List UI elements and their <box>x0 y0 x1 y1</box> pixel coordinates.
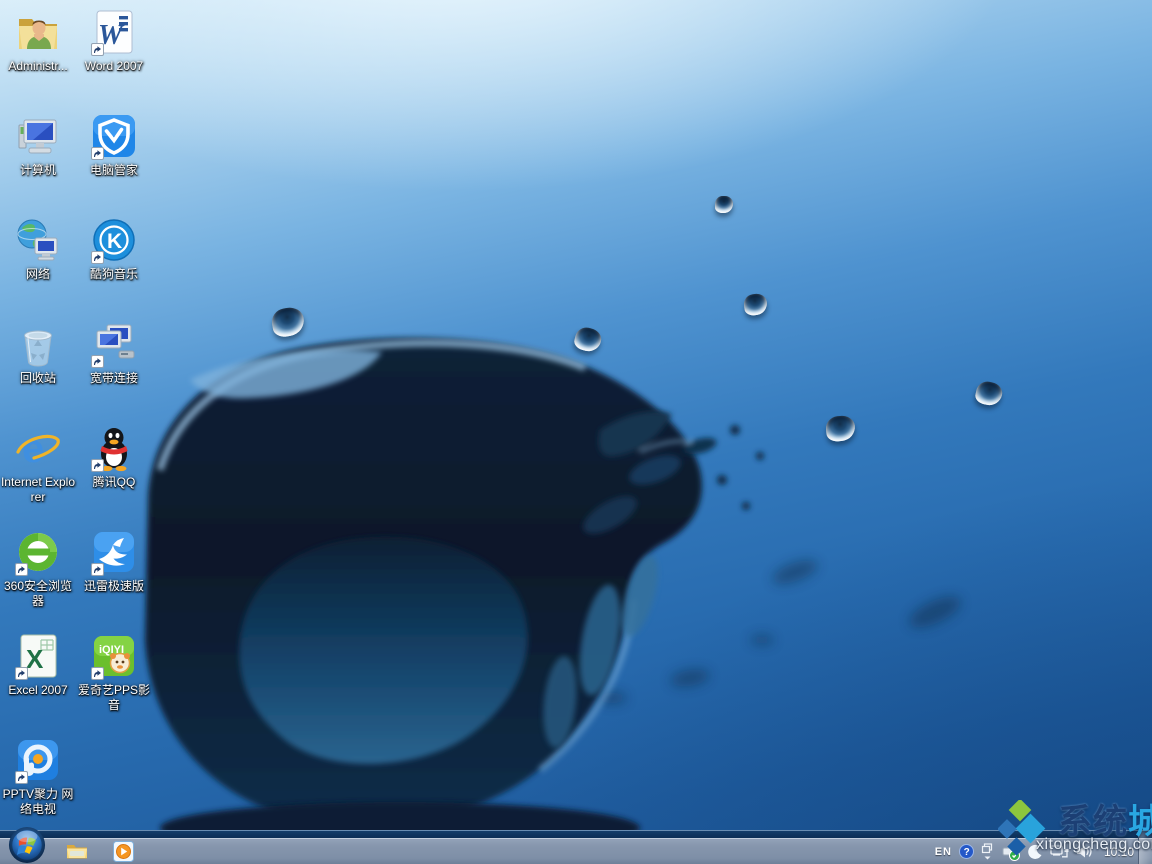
excel-icon: X <box>14 632 62 680</box>
desktop-icon-administrator[interactable]: Administr... <box>0 8 76 108</box>
usb-safely-remove-icon[interactable] <box>1001 843 1020 861</box>
kugou-icon: K <box>90 216 138 264</box>
taskbar-media-player-button[interactable] <box>108 839 138 863</box>
svg-text:?: ? <box>964 847 970 858</box>
pptv-icon <box>14 736 62 784</box>
desktop-icon-internet-explorer[interactable]: e Internet Explorer <box>0 424 76 524</box>
icon-label: Word 2007 <box>76 59 152 74</box>
desktop-icon-network[interactable]: 网络 <box>0 216 76 316</box>
qq-penguin-icon <box>90 424 138 472</box>
icon-label: 回收站 <box>0 371 76 386</box>
xunlei-bird-icon <box>90 528 138 576</box>
icon-label: 计算机 <box>0 163 76 178</box>
icon-label: 爱奇艺PPS影音 <box>76 683 152 713</box>
shield-check-icon <box>90 112 138 160</box>
desktop-icon-iqiyi-pps[interactable]: iQIYI 爱奇艺PPS影音 <box>76 632 152 732</box>
icon-label: 360安全浏览器 <box>0 579 76 609</box>
volume-icon[interactable] <box>1076 844 1093 859</box>
taskbar: EN ? <box>0 830 1152 864</box>
desktop-icon-word-2007[interactable]: W Word 2007 <box>76 8 152 108</box>
360-browser-icon <box>14 528 62 576</box>
system-tray: EN ? <box>935 839 1138 864</box>
broadband-connection-icon <box>90 320 138 368</box>
wallpaper <box>0 0 1152 864</box>
icon-label: PPTV聚力 网络电视 <box>0 787 76 817</box>
icon-label: 宽带连接 <box>76 371 152 386</box>
media-player-icon <box>113 841 134 862</box>
internet-explorer-icon: e <box>14 424 62 472</box>
taskbar-clock[interactable]: 10:10 <box>1100 845 1138 859</box>
desktop-icon-pc-manager[interactable]: 电脑管家 <box>76 112 152 212</box>
network-status-icon[interactable] <box>1050 844 1069 860</box>
desktop-icon-broadband[interactable]: 宽带连接 <box>76 320 152 420</box>
moon-tray-icon[interactable] <box>1027 844 1043 860</box>
taskbar-explorer-button[interactable] <box>62 839 92 863</box>
desktop-icon-xunlei[interactable]: 迅雷极速版 <box>76 528 152 628</box>
desktop-icon-recycle-bin[interactable]: 回收站 <box>0 320 76 420</box>
folder-icon <box>66 842 88 860</box>
iqiyi-pps-icon: iQIYI <box>90 632 138 680</box>
desktop-icon-360-browser[interactable]: 360安全浏览器 <box>0 528 76 628</box>
icon-label: 网络 <box>0 267 76 282</box>
desktop-icon-qq[interactable]: 腾讯QQ <box>76 424 152 524</box>
word-icon: W <box>90 8 138 56</box>
show-desktop-button[interactable] <box>1138 830 1152 864</box>
desktop-icon-kugou[interactable]: K 酷狗音乐 <box>76 216 152 316</box>
language-indicator[interactable]: EN <box>935 846 952 858</box>
computer-icon <box>14 112 62 160</box>
svg-text:X: X <box>26 644 44 674</box>
network-globe-icon <box>14 216 62 264</box>
desktop-icon-excel-2007[interactable]: X Excel 2007 <box>0 632 76 732</box>
desktop-icon-pptv[interactable]: PPTV聚力 网络电视 <box>0 736 76 836</box>
icon-label: Administr... <box>0 59 76 74</box>
svg-text:e: e <box>22 427 44 471</box>
icon-label: 迅雷极速版 <box>76 579 152 594</box>
language-bar-restore-icon[interactable] <box>981 843 994 860</box>
svg-text:K: K <box>107 230 122 253</box>
windows-desktop: Administr... W Word 2007 计算机 <box>0 0 1152 864</box>
start-button[interactable] <box>8 826 46 864</box>
icon-label: 腾讯QQ <box>76 475 152 490</box>
language-help-icon[interactable]: ? <box>959 844 974 859</box>
icon-label: 电脑管家 <box>76 163 152 178</box>
icon-label: Internet Explorer <box>0 475 76 505</box>
desktop-icon-computer[interactable]: 计算机 <box>0 112 76 212</box>
recycle-bin-icon <box>14 320 62 368</box>
user-folder-icon <box>14 8 62 56</box>
icon-label: 酷狗音乐 <box>76 267 152 282</box>
icon-label: Excel 2007 <box>0 683 76 698</box>
